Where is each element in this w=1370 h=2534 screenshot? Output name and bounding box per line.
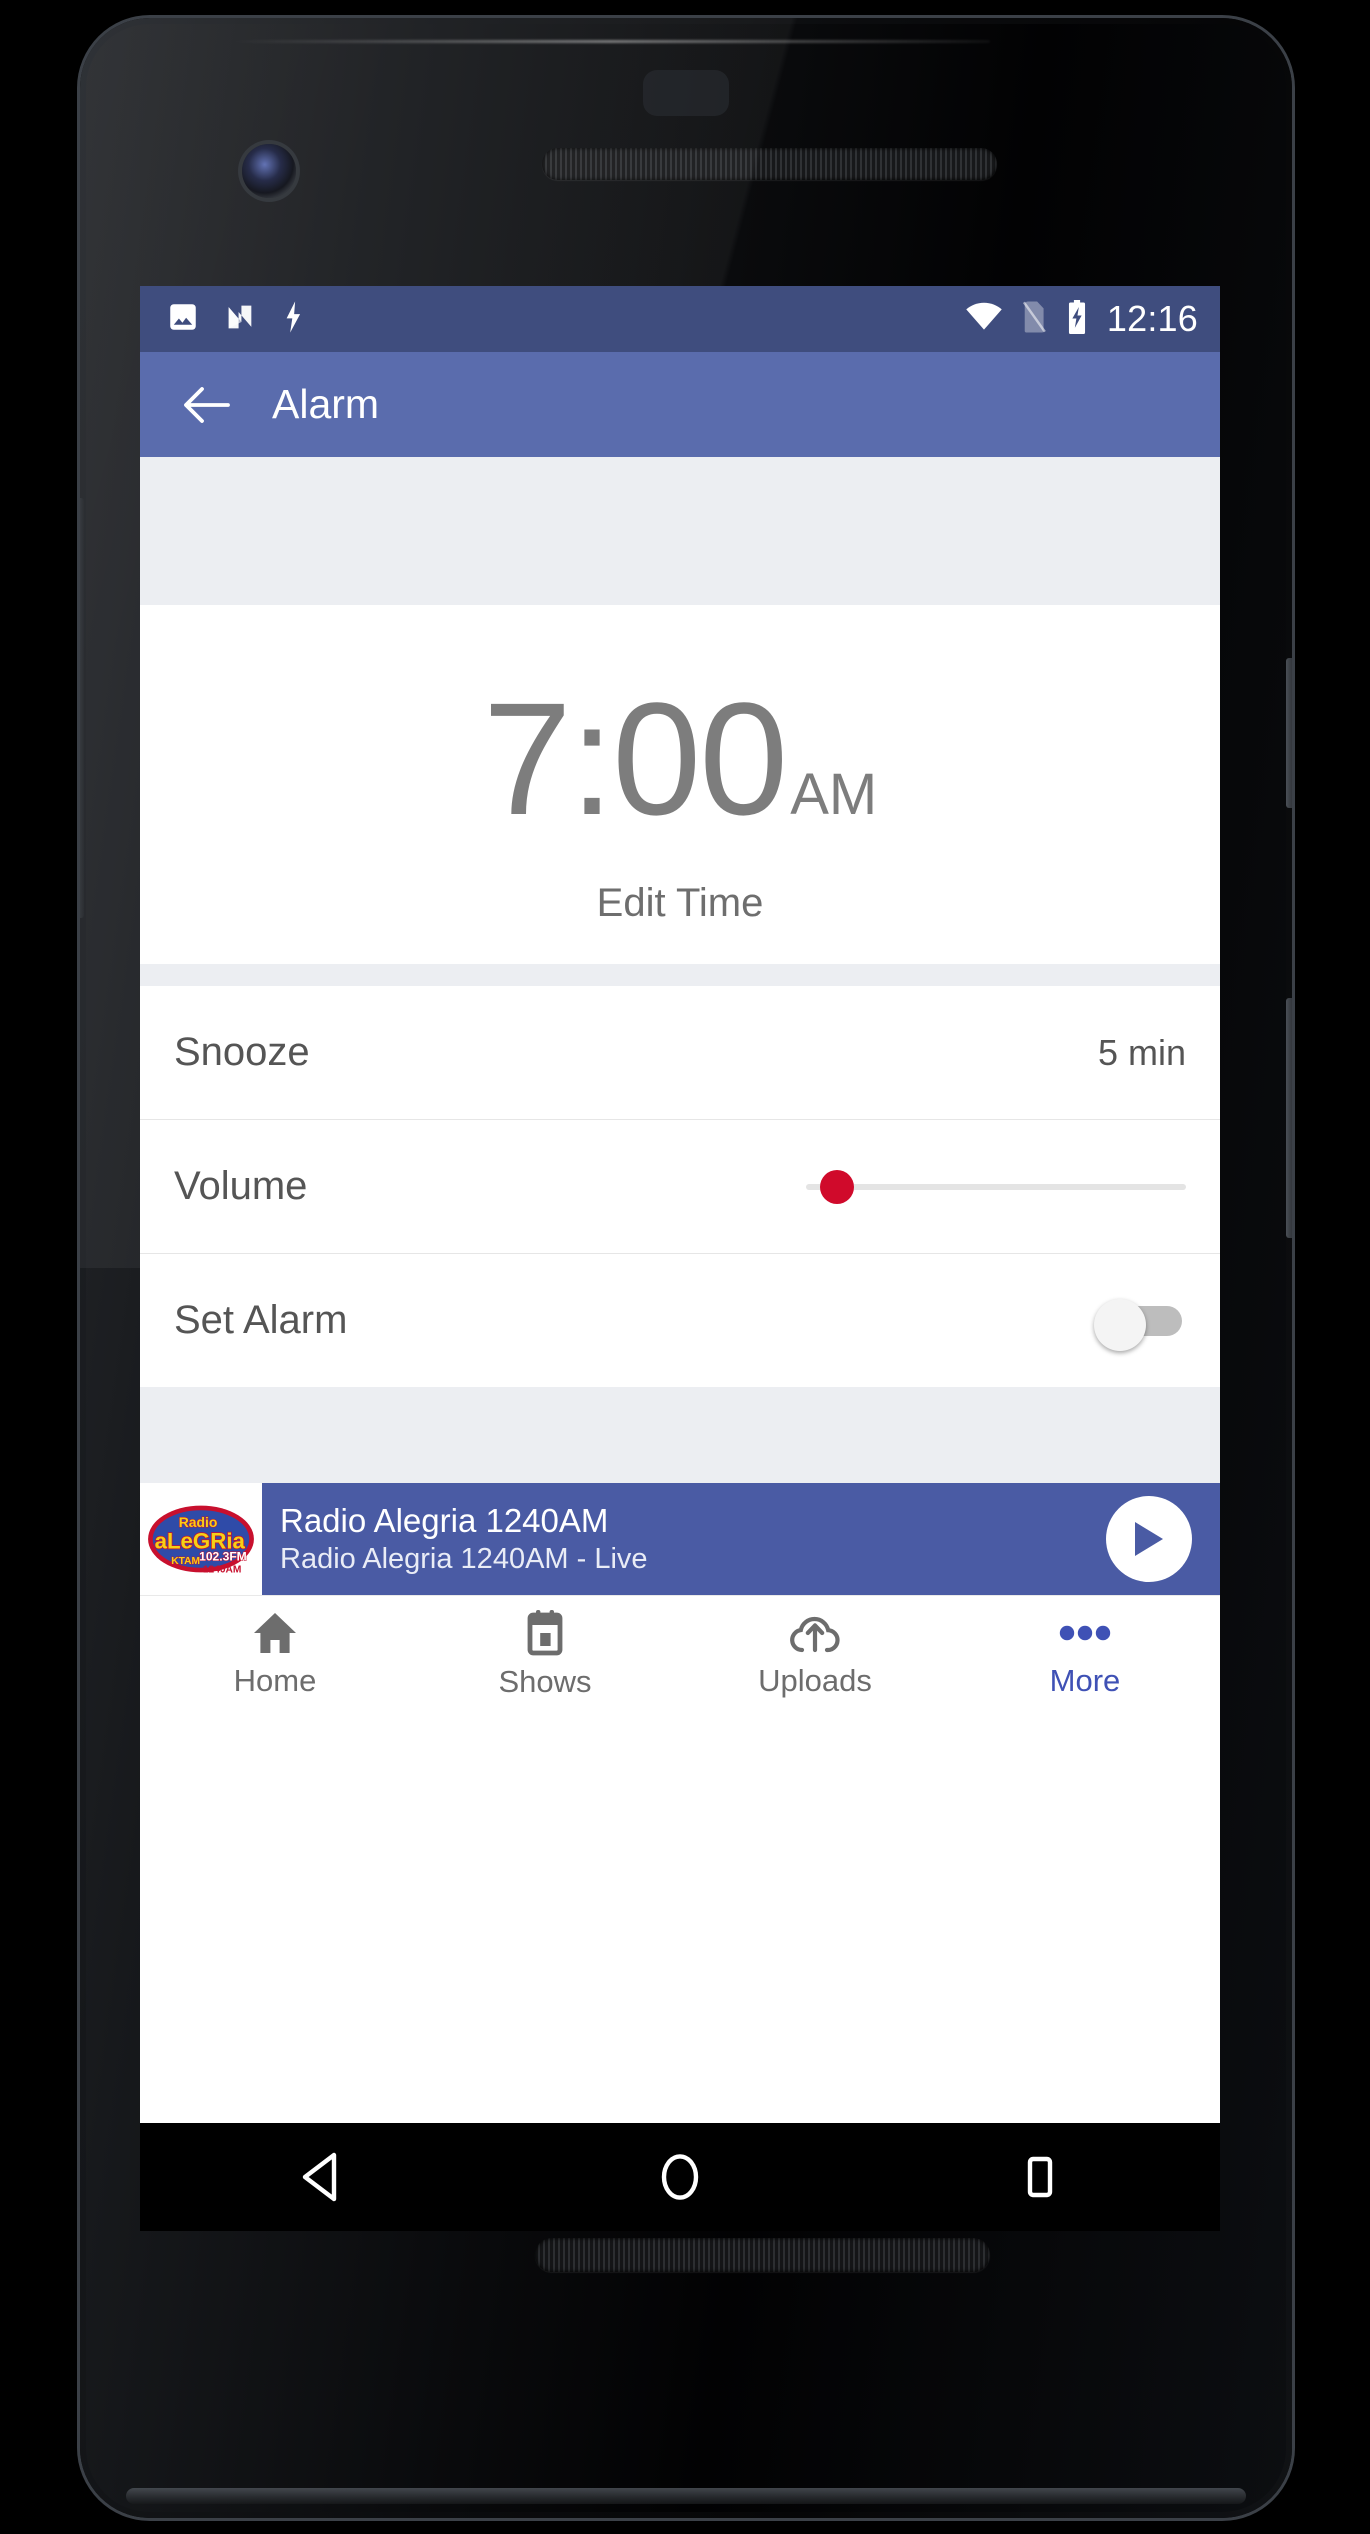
set-alarm-toggle[interactable] [1090,1298,1186,1351]
row-set-alarm-label: Set Alarm [174,1298,348,1342]
row-volume-label: Volume [174,1164,308,1208]
content-spacer-mid [140,964,1220,986]
nav-item-more[interactable]: More [950,1611,1220,1699]
arrow-back-icon [184,386,230,423]
content-spacer-top [140,457,1220,605]
nav-item-shows[interactable]: Shows [410,1610,680,1700]
player-title: Radio Alegria 1240AM [280,1501,609,1539]
volume-slider-track [806,1183,1186,1190]
volume-slider[interactable] [806,1167,1186,1207]
left-side-rail [80,498,84,918]
bottom-navigation: Home Shows Uploads More [140,1595,1220,1714]
android-nougat-icon [222,300,258,339]
play-icon [1135,1522,1163,1556]
alarm-time-card: 7:00 AM Edit Time [140,605,1220,964]
alarm-time-value: 7:00 [482,669,788,848]
android-system-nav [140,2123,1220,2231]
alarm-time-wrap: 7:00 AM Edit Time [140,605,1220,964]
mini-player[interactable]: Radio aLeGRia KTAM 102.3FM 1240AM Radio … [140,1483,1220,1595]
player-meta: Radio Alegria 1240AM Radio Alegria 1240A… [280,1500,1090,1579]
nav-item-uploads-label: Uploads [758,1663,872,1698]
content-spacer-bottom [140,1387,1220,1483]
device-screen: 12:16 Alarm 7:00 AM Edit Time Snooze 5 m… [140,286,1220,2123]
android-home-button[interactable] [620,2123,740,2231]
logo-line-4: 102.3FM [199,1549,247,1563]
nav-item-uploads[interactable]: Uploads [680,1611,950,1699]
power-button[interactable] [1286,658,1292,808]
status-bar-right-icons: 12:16 [965,298,1198,340]
bottom-speaker [535,2238,990,2272]
bezel-highlight [230,40,990,43]
front-camera [242,144,296,198]
bolt-icon [280,300,306,339]
screenshot-root: 12:16 Alarm 7:00 AM Edit Time Snooze 5 m… [0,0,1370,2534]
circle-home-icon [661,2154,699,2200]
player-subtitle: Radio Alegria 1240AM - Live [280,1542,648,1575]
row-volume[interactable]: Volume [140,1120,1220,1254]
more-dots-icon [1059,1625,1111,1641]
row-set-alarm[interactable]: Set Alarm [140,1254,1220,1387]
cloud-upload-icon [790,1617,840,1653]
logo-line-5: 1240AM [203,1564,242,1575]
volume-button[interactable] [1286,998,1292,1238]
bottom-bezel-rim [126,2488,1246,2504]
volume-slider-thumb[interactable] [820,1169,854,1204]
nav-item-home-label: Home [233,1663,317,1698]
proximity-sensor [643,70,729,116]
nav-item-more-label: More [1049,1663,1121,1698]
alarm-settings-list: Snooze 5 min Volume Set Alarm [140,986,1220,1387]
logo-line-3: KTAM [171,1556,200,1567]
android-back-button[interactable] [260,2123,380,2231]
status-bar-left-icons [166,300,306,339]
android-recents-button[interactable] [980,2123,1100,2231]
battery-charging-icon [1065,299,1089,339]
set-alarm-toggle-knob[interactable] [1094,1298,1146,1351]
play-button[interactable] [1106,1496,1192,1582]
row-snooze-label: Snooze [174,1030,310,1074]
station-artwork: Radio aLeGRia KTAM 102.3FM 1240AM [140,1483,262,1595]
alarm-time-meridiem: AM [790,762,878,827]
no-sim-icon [1021,300,1047,339]
calendar-icon [527,1610,563,1656]
wifi-icon [965,302,1003,337]
row-snooze-value: 5 min [1097,1031,1186,1073]
app-bar: Alarm [140,352,1220,457]
alarm-time[interactable]: 7:00 AM [483,679,877,839]
home-icon [254,1613,296,1653]
triangle-back-icon [302,2152,337,2202]
earpiece-speaker [542,148,997,180]
row-snooze[interactable]: Snooze 5 min [140,986,1220,1120]
edit-time-button[interactable]: Edit Time [140,881,1220,926]
status-bar: 12:16 [140,286,1220,352]
image-icon [166,300,200,339]
back-button[interactable] [168,367,244,443]
nav-item-home[interactable]: Home [140,1611,410,1699]
page-title: Alarm [272,381,380,427]
radio-alegria-logo: Radio aLeGRia KTAM 102.3FM 1240AM [145,1500,257,1578]
square-recents-icon [1027,2156,1053,2198]
nav-item-shows-label: Shows [498,1664,592,1699]
status-bar-clock: 12:16 [1106,298,1198,339]
